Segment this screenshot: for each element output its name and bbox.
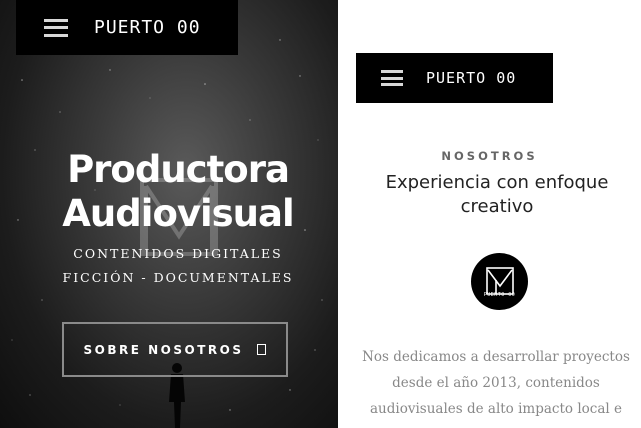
section-title-line1: Experiencia con enfoque [385, 172, 609, 193]
hero-subtitle-line1: CONTENIDOS DIGITALES [73, 246, 283, 261]
body-line1: Nos dedicamos a desarrollar proyectos [362, 349, 630, 365]
hero-subtitle-line2: FICCIÓN - DOCUMENTALES [62, 270, 294, 285]
section-title: Experiencia con enfoque creativo [362, 171, 632, 219]
navbar-left: PUERTO 00 [16, 0, 238, 55]
hero-title: Productora Audiovisual [0, 148, 338, 236]
menu-icon[interactable] [381, 70, 403, 86]
box-icon [257, 344, 267, 355]
section-body: Nos dedicamos a desarrollar proyectos de… [356, 344, 636, 422]
brand-logo-text[interactable]: PUERTO 00 [426, 69, 516, 87]
section-kicker: NOSOTROS [441, 149, 538, 163]
brand-logo-badge: PUERTO 00 [471, 253, 528, 310]
about-us-button[interactable]: SOBRE NOSOTROS [62, 322, 288, 377]
hero-title-line2: Audiovisual [62, 192, 294, 235]
logo-badge-text: PUERTO 00 [483, 291, 516, 298]
body-line3: audiovisuales de alto impacto local e [370, 401, 622, 417]
hero-title-line1: Productora [67, 148, 290, 191]
section-title-line2: creativo [460, 196, 534, 217]
brand-logo-text[interactable]: PUERTO 00 [94, 17, 201, 38]
body-line2: desde el año 2013, contenidos [392, 375, 600, 391]
menu-icon[interactable] [44, 18, 68, 37]
hero-section: Productora Audiovisual CONTENIDOS DIGITA… [0, 0, 338, 428]
about-us-button-label: SOBRE NOSOTROS [83, 342, 244, 357]
navbar-right: PUERTO 00 [356, 53, 553, 103]
